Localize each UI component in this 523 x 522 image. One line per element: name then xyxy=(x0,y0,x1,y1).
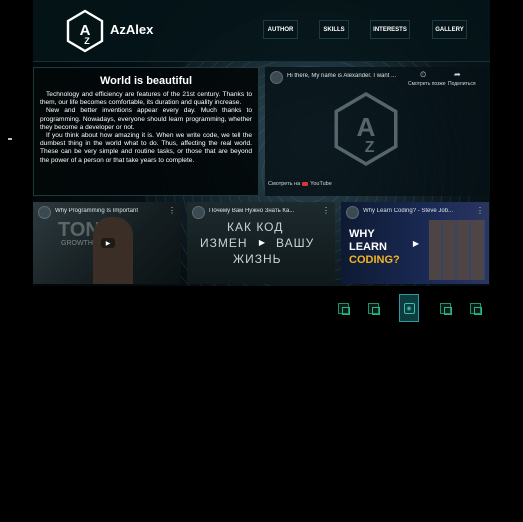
clock-icon[interactable]: ⏲ xyxy=(420,70,426,80)
gallery-thumb-1[interactable] xyxy=(338,303,350,315)
channel-avatar[interactable] xyxy=(270,71,283,84)
watch-on-youtube[interactable]: Смотреть на YouTube xyxy=(268,181,332,187)
thumbnail-text: КАК КОД xyxy=(227,220,284,234)
thumbnail-text: ИЗМЕН xyxy=(200,236,248,250)
site-header: A Z AzAlex AUTHOR SKILLS INTERESTS GALLE… xyxy=(33,0,490,62)
thumbnail-text: ВАШУ xyxy=(276,236,315,250)
video-1[interactable]: Why Programming Is Important ⋮ TONY GROW… xyxy=(33,202,181,284)
more-icon[interactable]: ⋮ xyxy=(476,206,484,215)
video-main[interactable]: Hi there, My name is Alexander. I want .… xyxy=(265,67,489,196)
watch-on-label: Смотреть на xyxy=(268,181,301,187)
video-3[interactable]: Why Learn Coding? - Steve Job... ⋮ WHY L… xyxy=(341,202,489,284)
nav-author[interactable]: AUTHOR xyxy=(263,20,298,39)
more-icon[interactable]: ⋮ xyxy=(168,206,176,215)
share-label[interactable]: Поделиться xyxy=(448,81,476,87)
channel-avatar[interactable] xyxy=(192,206,205,219)
thumbnail-text: WHY xyxy=(349,228,375,240)
card-paragraph: If you think about how amazing it is. Wh… xyxy=(40,132,252,164)
play-icon[interactable]: ▶ xyxy=(409,238,423,248)
gallery-thumb-active[interactable]: ◉ xyxy=(399,294,419,322)
play-icon[interactable]: ▶ xyxy=(101,238,115,248)
video-2[interactable]: Почему Вам Нужно Знать Ка... ⋮ КАК КОД И… xyxy=(187,202,335,284)
thumbnail-subtext: GROWTH xyxy=(61,240,93,247)
side-indicator xyxy=(8,138,12,140)
play-icon[interactable]: ▶ xyxy=(255,237,269,247)
gallery-active-icon: ◉ xyxy=(403,302,415,314)
svg-text:Z: Z xyxy=(84,36,90,46)
card-paragraph: New and better inventions appear every d… xyxy=(40,107,252,131)
intro-card: World is beautiful Technology and effici… xyxy=(33,67,259,196)
video-title[interactable]: Почему Вам Нужно Знать Ка... xyxy=(209,208,317,214)
card-paragraph: Technology and efficiency are features o… xyxy=(40,91,252,107)
video-title[interactable]: Hi there, My name is Alexander. I want .… xyxy=(287,73,471,79)
thumbnail-text: ЖИЗНЬ xyxy=(233,252,282,266)
svg-text:Z: Z xyxy=(365,139,375,156)
nav-interests[interactable]: INTERESTS xyxy=(370,20,410,39)
channel-avatar[interactable] xyxy=(38,206,51,219)
youtube-icon xyxy=(302,182,309,186)
logo-watermark-icon: A Z xyxy=(334,91,398,167)
gallery-thumb-4[interactable] xyxy=(440,303,452,315)
svg-text:A: A xyxy=(357,112,376,142)
thumbnail-text: CODING? xyxy=(349,254,400,266)
video-title[interactable]: Why Learn Coding? - Steve Job... xyxy=(363,208,471,214)
nav-skills[interactable]: SKILLS xyxy=(319,20,349,39)
thumbnail-text: LEARN xyxy=(349,241,387,253)
faces-collage-image xyxy=(429,220,485,280)
watch-later-label[interactable]: Смотреть позже xyxy=(408,81,446,87)
video-title[interactable]: Why Programming Is Important xyxy=(55,208,163,214)
share-icon[interactable]: ➦ xyxy=(454,70,461,79)
logo-icon[interactable]: A Z xyxy=(65,9,105,53)
presenter-image xyxy=(93,217,133,284)
brand-name[interactable]: AzAlex xyxy=(110,22,153,37)
youtube-label: YouTube xyxy=(310,181,332,187)
gallery-thumb-2[interactable] xyxy=(368,303,380,315)
gallery-thumb-5[interactable] xyxy=(470,303,482,315)
more-icon[interactable]: ⋮ xyxy=(322,206,330,215)
card-title: World is beautiful xyxy=(99,75,193,87)
nav-gallery[interactable]: GALLERY xyxy=(432,20,467,39)
channel-avatar[interactable] xyxy=(346,206,359,219)
